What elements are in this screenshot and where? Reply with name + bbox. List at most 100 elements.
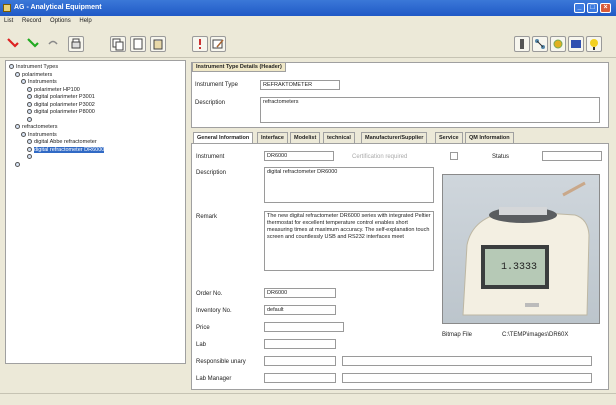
tree-node-label: Instruments	[28, 131, 57, 138]
instrument-field[interactable]: DR6000	[264, 151, 334, 161]
instrument-label: Instrument	[196, 154, 225, 160]
tree-node-label: polarimeters	[22, 71, 53, 78]
tree-node[interactable]: Instrument Types	[9, 64, 182, 72]
menu-bar: List Record Options Help	[0, 16, 616, 26]
window-title: AG - Analytical Equipment	[14, 4, 102, 11]
tree-node[interactable]: digital polarimeter P3001	[9, 94, 182, 102]
instrument-type-label: Instrument Type	[195, 82, 238, 88]
tree-node[interactable]	[9, 154, 182, 162]
tree-node[interactable]: Instruments	[9, 79, 182, 87]
tab-manufacturer-supplier[interactable]: Manufacturer/Supplier	[361, 132, 428, 143]
tree-node[interactable]: digital polarimeter P8000	[9, 109, 182, 117]
gears-icon[interactable]	[550, 36, 566, 52]
bitmap-file-label: Bitmap File	[442, 332, 473, 338]
app-window: AG - Analytical Equipment _ □ × List Rec…	[0, 0, 616, 405]
display-reading: 1.3333	[501, 262, 537, 273]
certification-checkbox[interactable]	[450, 152, 458, 160]
info-icon[interactable]	[192, 36, 208, 52]
red-arrow-icon[interactable]	[6, 36, 22, 52]
general-info-panel: Instrument DR6000 Certification required…	[191, 143, 609, 390]
menu-help[interactable]: Help	[79, 18, 91, 24]
price-label: Price	[196, 325, 210, 331]
order-no-field[interactable]: DR6000	[264, 288, 336, 298]
tree-node[interactable]	[9, 161, 182, 170]
undo-icon[interactable]	[46, 36, 62, 52]
help-icon[interactable]	[586, 36, 602, 52]
tree-node[interactable]: digital refractometer DR6000	[9, 146, 182, 155]
inventory-no-label: Inventory No.	[196, 308, 232, 314]
lab-label: Lab	[196, 342, 207, 348]
instrument-node-icon	[27, 86, 32, 92]
responsible-unary-label: Responsible unary	[196, 359, 246, 365]
tab-technical[interactable]: technical	[323, 132, 355, 143]
edit-icon[interactable]	[210, 36, 226, 52]
lab-field[interactable]	[264, 339, 336, 349]
tree-node[interactable]: polarimeters	[9, 72, 182, 80]
tab-interface[interactable]: Interface	[257, 132, 288, 143]
paste-icon[interactable]	[150, 36, 166, 52]
header-description-field[interactable]: refractometers	[260, 97, 600, 123]
tree-node[interactable]: Instruments	[9, 132, 182, 140]
tree-node[interactable]	[9, 116, 182, 125]
maximize-button[interactable]: □	[587, 3, 598, 13]
menu-record[interactable]: Record	[22, 18, 41, 24]
description-field[interactable]: digital refractometer DR6000	[264, 167, 434, 203]
tree-node-label: digital polarimeter P3001	[34, 94, 95, 100]
copy-icon[interactable]	[110, 36, 126, 52]
bitmap-file-path: C:\TEMP\images\DR60X	[502, 332, 569, 338]
network-icon[interactable]	[532, 36, 548, 52]
status-field[interactable]	[542, 151, 602, 161]
order-no-label: Order No.	[196, 291, 223, 297]
folder-icon	[15, 124, 20, 130]
tree-node[interactable]: refractometers	[9, 124, 182, 132]
tree-node-label: refractometers	[22, 124, 58, 130]
instrument-type-field[interactable]: REFRAKTOMETER	[260, 80, 340, 90]
toolbar	[0, 26, 616, 58]
header-description-label: Description	[195, 100, 226, 106]
lab-manager-name-field[interactable]	[342, 373, 592, 383]
remark-label: Remark	[196, 214, 218, 220]
inventory-no-field[interactable]: default	[264, 305, 336, 315]
tab-service[interactable]: Service	[435, 132, 463, 143]
folder-icon	[9, 64, 14, 70]
header-tab[interactable]: Instrument Type Details (Header)	[192, 62, 286, 72]
tree-node[interactable]: digital Abbe refractometer	[9, 139, 182, 147]
tree-node-label: Instrument Types	[16, 64, 59, 70]
close-button[interactable]: ×	[600, 3, 611, 13]
tree-node-label: digital polarimeter P8000	[34, 109, 95, 115]
header-panel: Instrument Type Details (Header) Instrum…	[191, 62, 609, 128]
tab-modelist[interactable]: Modelist	[290, 132, 321, 143]
tree-node-label: digital Abbe refractometer	[34, 139, 97, 145]
instrument-tree: Instrument Types polarimeters Instruments p…	[5, 60, 186, 364]
instrument-node-icon	[21, 79, 26, 85]
tree-node[interactable]: polarimeter HP100	[9, 87, 182, 95]
menu-options[interactable]: Options	[50, 18, 71, 24]
print-icon[interactable]	[68, 36, 84, 52]
minimize-button[interactable]: _	[574, 3, 585, 13]
instrument-node-icon	[27, 139, 32, 145]
tree-node[interactable]: digital polarimeter P3002	[9, 102, 182, 110]
bottle-icon[interactable]	[514, 36, 530, 52]
tree-node-label: digital polarimeter P3002	[34, 101, 95, 108]
remark-field[interactable]: The new digital refractometer DR6000 ser…	[264, 211, 434, 271]
price-field[interactable]	[264, 322, 344, 332]
instrument-node-icon	[21, 131, 26, 137]
certification-label: Certification required	[352, 154, 408, 160]
responsible-unary-name-field[interactable]	[342, 356, 592, 366]
description-label: Description	[196, 170, 227, 176]
title-bar: AG - Analytical Equipment _ □ ×	[0, 0, 616, 16]
tree-node-label: digital refractometer DR6000	[34, 146, 105, 153]
refractometer-image: 1.3333	[462, 181, 590, 316]
tree-node-label: Instruments	[28, 79, 57, 85]
display-icon[interactable]	[568, 36, 584, 52]
instrument-node-icon	[27, 116, 32, 122]
page-icon[interactable]	[130, 36, 146, 52]
tab-qm-information[interactable]: QM Information	[465, 132, 514, 143]
instrument-node-icon	[27, 101, 32, 107]
responsible-unary-field[interactable]	[264, 356, 336, 366]
tree-node-label: polarimeter HP100	[34, 86, 80, 93]
green-arrow-icon[interactable]	[26, 36, 42, 52]
instrument-node-icon	[27, 154, 32, 160]
lab-manager-field[interactable]	[264, 373, 336, 383]
menu-list[interactable]: List	[4, 18, 13, 24]
